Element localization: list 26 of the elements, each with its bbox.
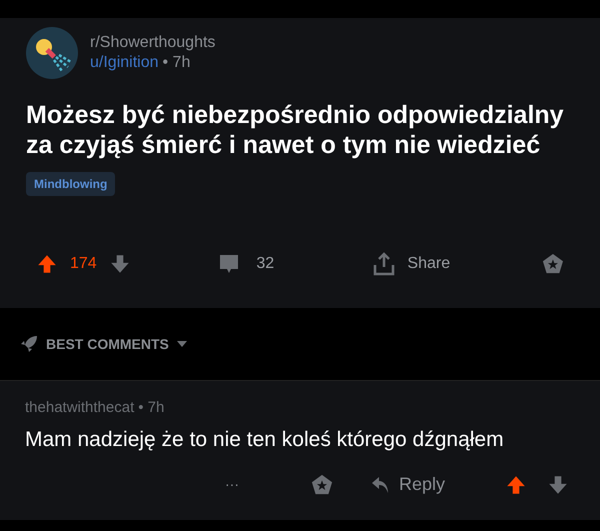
- post-age: • 7h: [162, 53, 190, 73]
- sort-dropdown[interactable]: BEST COMMENTS: [20, 334, 187, 354]
- flair-tag[interactable]: Mindblowing: [26, 172, 116, 196]
- share-icon: [373, 252, 396, 276]
- comment-text: Mam nadzieję że to nie ten koleś którego dźgnąłem: [25, 426, 505, 452]
- upvote-icon[interactable]: [505, 474, 528, 496]
- comment-author[interactable]: thehatwiththecat: [25, 397, 134, 420]
- upvote-icon[interactable]: [36, 253, 58, 275]
- downvote-icon[interactable]: [108, 253, 131, 275]
- lightbulb-avatar-icon[interactable]: [26, 27, 78, 79]
- award-icon[interactable]: [542, 252, 564, 276]
- comment-count: 32: [256, 254, 274, 274]
- caret-icon: [176, 341, 187, 347]
- reply-icon: [371, 476, 391, 494]
- more-button[interactable]: ···: [225, 474, 239, 495]
- downvote-icon[interactable]: [547, 474, 570, 496]
- share-button[interactable]: Share: [373, 252, 542, 276]
- award-icon[interactable]: [311, 474, 333, 496]
- reply-button[interactable]: Reply: [371, 471, 446, 498]
- post-title: Możesz być niebezpośrednio odpowiedzialny za czyjąś śmierć i nawet o tym nie wiedzieć: [25, 100, 565, 160]
- author-link[interactable]: u/Iginition: [90, 53, 158, 73]
- subreddit-name[interactable]: r/Showerthoughts: [90, 33, 216, 53]
- comment-age: • 7h: [138, 398, 164, 418]
- vote-count: 174: [70, 254, 97, 274]
- rocket-icon: [20, 335, 38, 353]
- comment-icon[interactable]: [218, 253, 240, 275]
